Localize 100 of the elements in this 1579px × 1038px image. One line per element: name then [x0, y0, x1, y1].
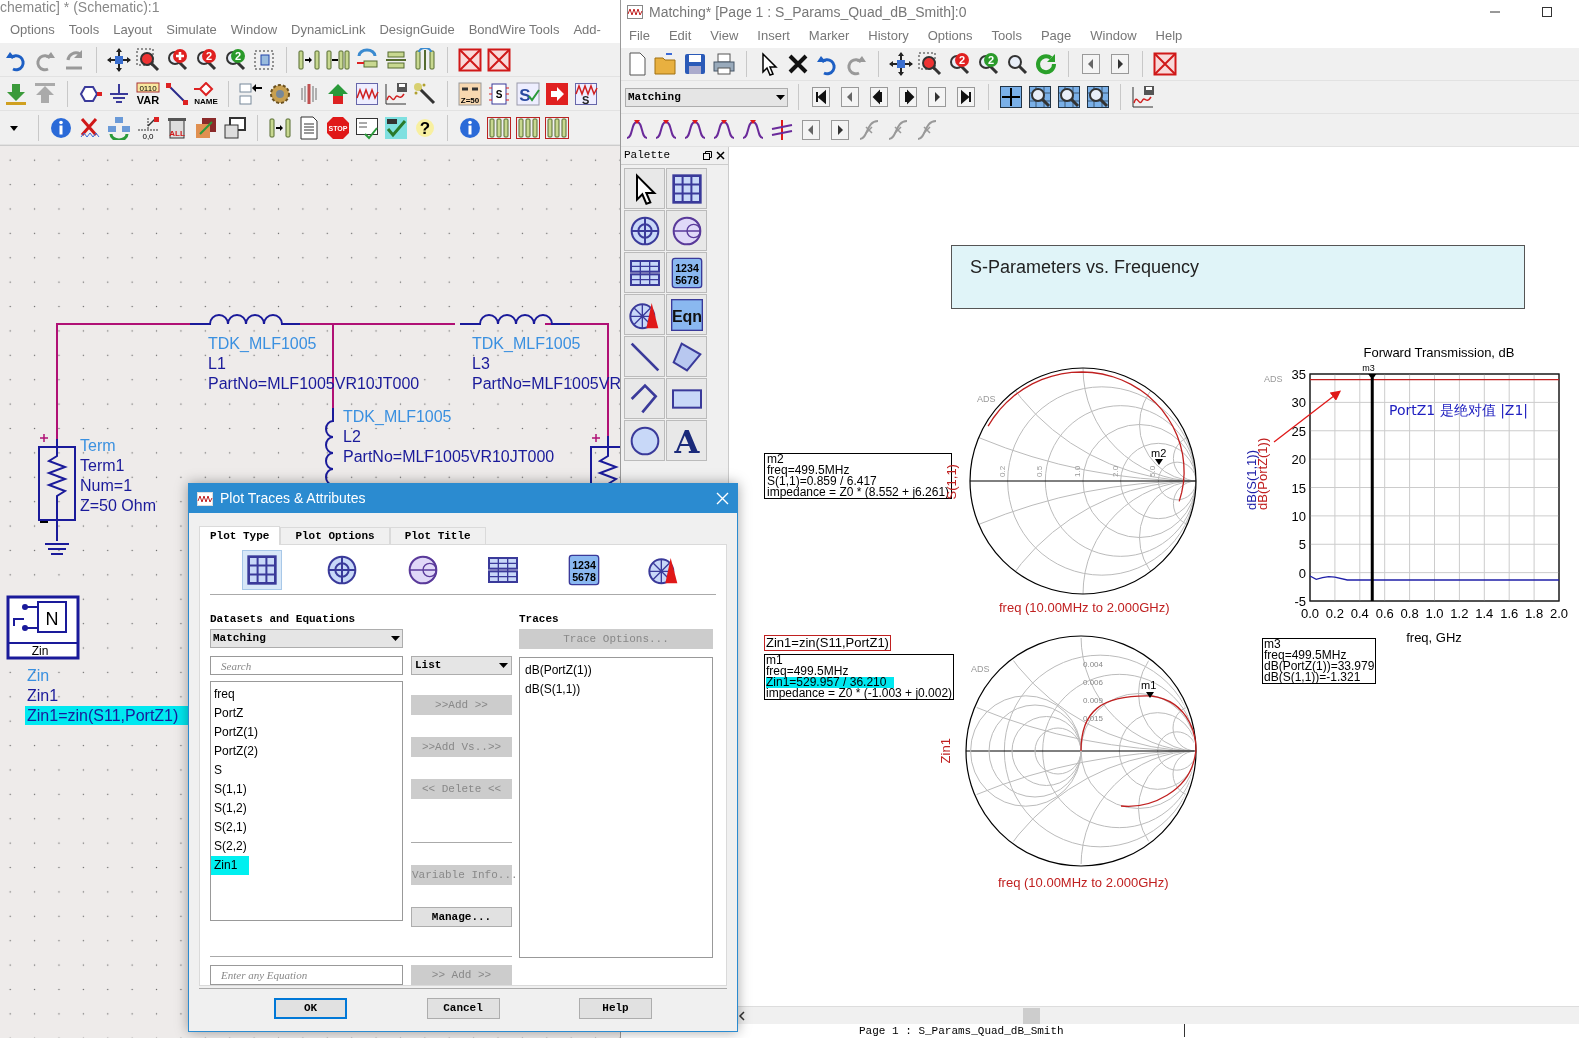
component-icon[interactable] [268, 115, 292, 140]
view-mode-dropdown[interactable]: List [411, 656, 512, 675]
cross-box-icon[interactable] [487, 47, 511, 72]
marker-curve-icon[interactable] [654, 118, 678, 142]
menu-item[interactable]: BondWire Tools [468, 19, 560, 40]
marker-curve-icon[interactable] [712, 118, 736, 142]
grid-zoom-icon[interactable] [1057, 85, 1081, 109]
page-dropdown[interactable]: Matching [625, 87, 788, 107]
polygon-tool-icon[interactable] [670, 340, 703, 373]
windows-icon[interactable] [223, 115, 247, 140]
move-icon[interactable] [107, 47, 131, 72]
button[interactable]: Cancel [426, 998, 500, 1019]
delete-icon[interactable] [786, 52, 810, 76]
impedance-icon[interactable]: Z=50 [458, 81, 482, 106]
search-field[interactable]: Search [210, 656, 403, 675]
caret-icon[interactable] [499, 663, 508, 668]
list-item[interactable]: S(2,2) [211, 837, 250, 856]
step-back-icon[interactable] [867, 85, 891, 109]
tab[interactable]: Plot Title [389, 527, 486, 544]
grid-plot-icon[interactable] [670, 172, 703, 205]
list-item[interactable]: S(2,1) [211, 818, 250, 837]
list-item[interactable]: Zin1 [211, 856, 250, 875]
restore-icon[interactable] [703, 151, 712, 160]
grid-arrows-icon[interactable] [999, 85, 1023, 109]
cross-box-icon[interactable] [458, 47, 482, 72]
refresh-icon[interactable] [1034, 52, 1058, 76]
mirror-icon[interactable] [413, 47, 437, 72]
menu-item[interactable]: Tools [991, 26, 1022, 46]
caret-icon[interactable] [391, 636, 400, 641]
info-icon[interactable] [458, 115, 482, 140]
document-icon[interactable] [297, 115, 321, 140]
snap-icon[interactable] [252, 47, 276, 72]
menu-item[interactable]: Edit [668, 26, 692, 46]
button[interactable]: Manage... [411, 907, 512, 927]
chart-save-icon[interactable] [384, 81, 408, 106]
maximize-icon[interactable] [1541, 6, 1553, 18]
list-item[interactable]: PortZ(1) [211, 723, 261, 742]
checklist-icon[interactable] [355, 115, 379, 140]
marker-curve-icon[interactable] [683, 118, 707, 142]
s-parameter-chart-icon[interactable]: S [574, 81, 598, 106]
scrollbar-thumb[interactable] [1023, 1007, 1040, 1024]
folder-icon[interactable] [654, 52, 678, 76]
menu-item[interactable]: DesignGuide [379, 19, 455, 40]
hierarchy-icon[interactable] [107, 115, 131, 140]
chart-icon[interactable] [355, 81, 379, 106]
component-icon[interactable] [297, 47, 321, 72]
menu-item[interactable]: Options [10, 19, 55, 40]
list-item[interactable]: dB(PortZ(1)) [523, 661, 709, 680]
number-list-icon[interactable]: 1234 5678 [670, 256, 703, 289]
menu-item[interactable]: Page [1040, 26, 1072, 46]
caret-icon[interactable] [776, 94, 785, 100]
page-tab[interactable]: Page 1 : S_Params_Quad_dB_Smith [859, 1024, 1185, 1037]
plot-type-option[interactable] [242, 549, 282, 590]
list-item[interactable]: S(1,1) [211, 780, 250, 799]
zoom-area-icon[interactable] [136, 47, 160, 72]
grid-zoom-icon[interactable] [1086, 85, 1110, 109]
menu-item[interactable]: Window [1090, 26, 1137, 46]
grid-zoom-icon[interactable] [1028, 85, 1052, 109]
list-item[interactable]: S(1,2) [211, 799, 250, 818]
arrow-box-icon[interactable] [545, 81, 569, 106]
move-icon[interactable] [889, 52, 913, 76]
menu-item[interactable]: File [629, 26, 650, 46]
menu-item[interactable]: View [710, 26, 739, 46]
chart-save-icon[interactable] [1131, 85, 1155, 109]
menu-item[interactable]: Tools [68, 19, 100, 40]
delta-marker-icon[interactable] [770, 118, 794, 142]
printer-icon[interactable] [712, 52, 736, 76]
marker-curve-icon[interactable] [741, 118, 765, 142]
list-item[interactable]: freq [211, 685, 238, 704]
layers-icon[interactable] [194, 115, 218, 140]
smith-chart-icon[interactable] [670, 214, 703, 247]
check-icon[interactable] [384, 115, 408, 140]
tab[interactable]: Plot Type [199, 526, 281, 545]
down-arrow-icon[interactable] [4, 81, 28, 106]
menu-item[interactable]: DynamicLink [291, 19, 366, 40]
line-tool-icon[interactable] [628, 340, 661, 373]
equation-icon[interactable]: Eqn [670, 298, 703, 331]
ground-icon[interactable] [107, 81, 131, 106]
menu-item[interactable]: Add- [573, 19, 601, 40]
info-icon[interactable] [49, 115, 73, 140]
cross-wave-icon[interactable] [78, 115, 102, 140]
button[interactable]: OK [274, 998, 347, 1019]
menu-item[interactable]: Window [230, 19, 278, 40]
step-forward-icon[interactable] [896, 85, 920, 109]
s-parameter-check-icon[interactable]: S [516, 81, 540, 106]
magic-wand-icon[interactable] [413, 81, 437, 106]
button[interactable]: Help [579, 998, 652, 1019]
wire-icon[interactable] [165, 81, 189, 106]
menu-item[interactable]: Layout [113, 19, 153, 40]
circle-tool-icon[interactable] [628, 424, 661, 457]
simulation-icon[interactable] [239, 81, 263, 106]
menu-item[interactable]: Marker [808, 26, 850, 46]
menu-item[interactable]: Help [1155, 26, 1183, 46]
list-item[interactable]: PortZ [211, 704, 247, 723]
up-arrow-icon[interactable] [326, 81, 350, 106]
close-icon[interactable] [716, 151, 725, 160]
list-item[interactable]: dB(S(1,1)) [523, 680, 709, 699]
zoom-in-icon[interactable] [165, 47, 189, 72]
search-icon[interactable] [1005, 52, 1029, 76]
menu-item[interactable]: Options [927, 26, 973, 46]
